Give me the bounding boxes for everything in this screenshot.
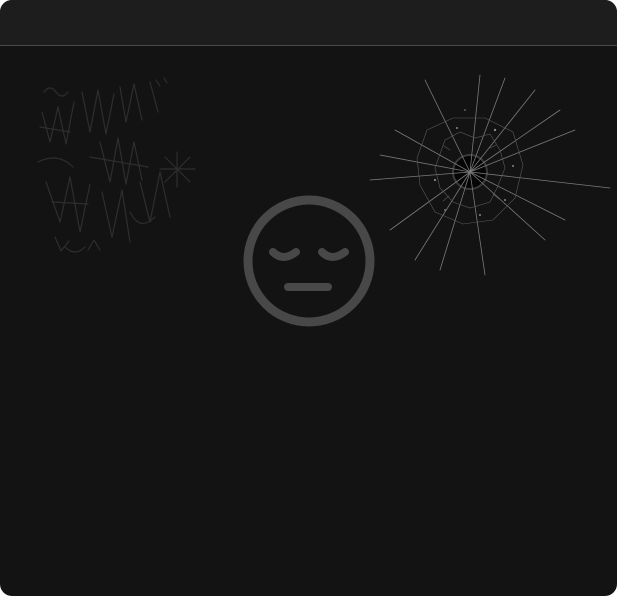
error-window xyxy=(0,0,617,596)
window-titlebar[interactable] xyxy=(0,0,617,46)
sad-face-icon xyxy=(243,195,375,327)
graffiti-scribble-icon xyxy=(37,77,196,253)
cracked-glass-icon xyxy=(369,74,611,276)
